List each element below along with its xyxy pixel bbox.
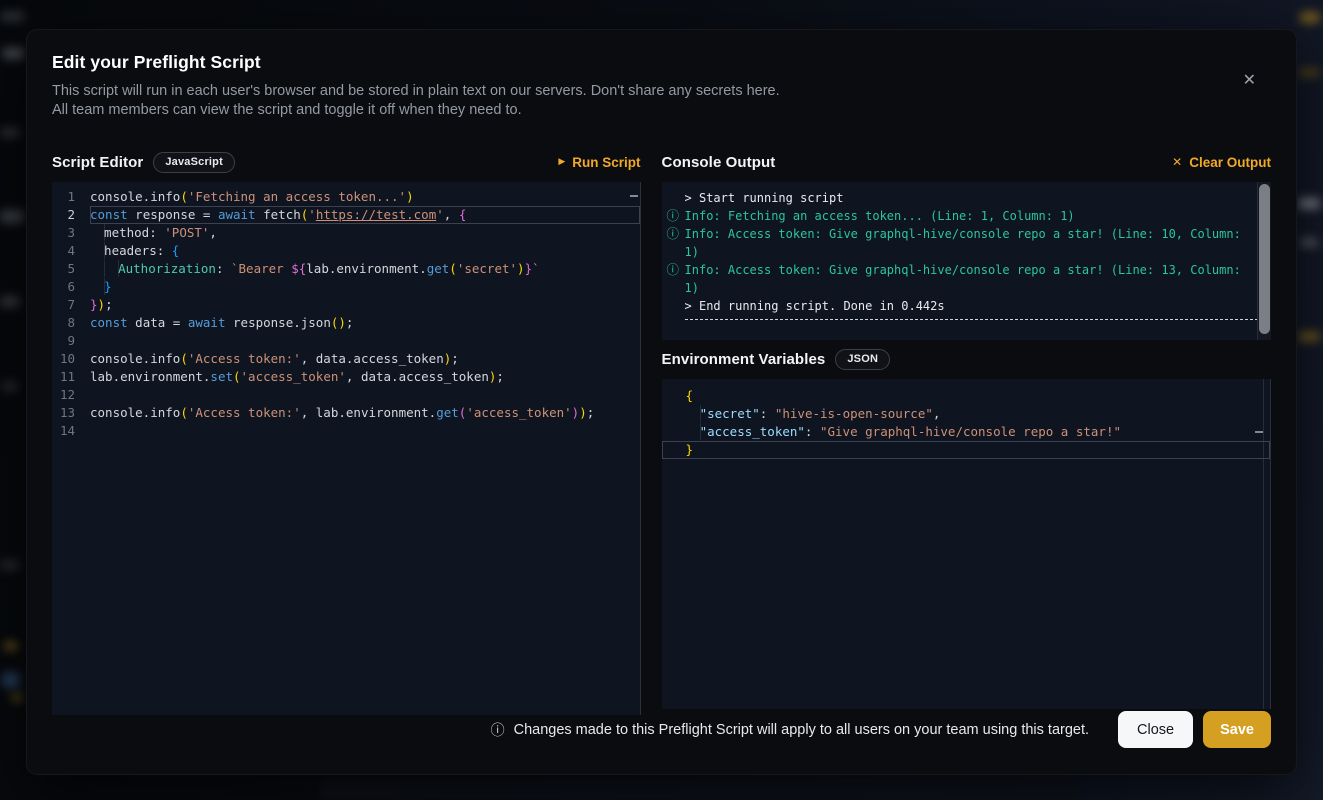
line-number: 1	[52, 188, 90, 206]
code-line: 2const response = await fetch('https://t…	[52, 206, 640, 224]
code-line: 8const data = await response.json();	[52, 314, 640, 332]
line-number: 4	[52, 242, 90, 260]
background-blur-blob	[0, 560, 20, 570]
language-badge: JavaScript	[153, 152, 235, 173]
console-line: ⓘInfo: Fetching an access token... (Line…	[662, 207, 1271, 225]
code-line: 1console.info('Fetching an access token.…	[52, 188, 640, 206]
play-icon: ▶	[558, 158, 565, 167]
clear-icon: ✕	[1172, 156, 1182, 168]
console-line: ⓘInfo: Access token: Give graphql-hive/c…	[662, 261, 1271, 297]
background-blur-blob	[2, 48, 24, 59]
line-number: 12	[52, 386, 90, 404]
background-blur-blob	[1298, 68, 1320, 77]
code-line: 11lab.environment.set('access_token', da…	[52, 368, 640, 386]
background-blur-blob	[0, 296, 20, 307]
script-editor-panel: Script Editor JavaScript ▶ Run Script 1c…	[52, 150, 641, 715]
run-script-button[interactable]: ▶ Run Script	[558, 155, 640, 170]
info-circle-icon: ⓘ	[667, 261, 680, 279]
code-line: {	[662, 387, 1270, 405]
code-line: }	[662, 441, 1270, 459]
background-blur-blob	[2, 672, 20, 688]
background-blur-blob	[1300, 238, 1318, 247]
background-blur-blob	[1298, 332, 1320, 341]
info-circle-icon: ⓘ	[667, 225, 680, 243]
background-blur-blob	[12, 694, 22, 701]
code-line: 3method: 'POST',	[52, 224, 640, 242]
modal-description-line2: All team members can view the script and…	[52, 101, 1271, 120]
output-panel: Console Output ✕ Clear Output > Start ru…	[662, 150, 1271, 715]
script-editor[interactable]: 1console.info('Fetching an access token.…	[52, 182, 641, 715]
code-line: 4headers: {	[52, 242, 640, 260]
clear-output-button[interactable]: ✕ Clear Output	[1172, 155, 1271, 170]
line-number: 13	[52, 404, 90, 422]
modal-description-line1: This script will run in each user's brow…	[52, 82, 1271, 101]
environment-variables-heading: Environment Variables	[662, 351, 826, 368]
close-icon[interactable]: ✕	[1243, 72, 1256, 88]
line-number: 5	[52, 260, 90, 278]
console-output[interactable]: > Start running scriptⓘInfo: Fetching an…	[662, 182, 1271, 340]
console-line: > End running script. Done in 0.442s	[662, 297, 1271, 315]
code-line: 10console.info('Access token:', data.acc…	[52, 350, 640, 368]
code-line: 14	[52, 422, 640, 440]
background-blur-blob	[0, 12, 24, 21]
line-number: 7	[52, 296, 90, 314]
line-number: 14	[52, 422, 90, 440]
console-line: ⓘInfo: Access token: Give graphql-hive/c…	[662, 225, 1271, 261]
background-blur-blob	[0, 210, 24, 223]
background-blur-blob	[4, 642, 18, 650]
code-line: "access_token": "Give graphql-hive/conso…	[662, 423, 1270, 441]
code-line: 13console.info('Access token:', lab.envi…	[52, 404, 640, 422]
line-number: 10	[52, 350, 90, 368]
line-number: 3	[52, 224, 90, 242]
line-number: 9	[52, 332, 90, 350]
clear-output-label: Clear Output	[1189, 155, 1271, 170]
line-number: 11	[52, 368, 90, 386]
background-blur-blob	[2, 382, 18, 391]
format-badge: JSON	[835, 349, 890, 370]
console-line: > Start running script	[662, 189, 1271, 207]
close-button[interactable]: Close	[1118, 711, 1193, 748]
line-number: 6	[52, 278, 90, 296]
code-line: 5Authorization: `Bearer ${lab.environmen…	[52, 260, 640, 278]
modal-footer: ⓘ Changes made to this Preflight Script …	[52, 711, 1271, 748]
save-button[interactable]: Save	[1203, 711, 1271, 748]
footer-note: Changes made to this Preflight Script wi…	[514, 722, 1089, 738]
code-line: 9	[52, 332, 640, 350]
info-circle-icon: ⓘ	[667, 207, 680, 225]
console-output-heading: Console Output	[662, 154, 776, 171]
code-line: 6}	[52, 278, 640, 296]
line-number: 8	[52, 314, 90, 332]
script-editor-heading: Script Editor	[52, 154, 143, 171]
background-blur-blob	[0, 128, 20, 137]
environment-variables-editor[interactable]: {"secret": "hive-is-open-source","access…	[662, 379, 1271, 709]
run-script-label: Run Script	[572, 155, 640, 170]
line-number: 2	[52, 206, 90, 224]
background-blur-blob	[1300, 12, 1320, 23]
background-blur-blob	[320, 778, 1080, 800]
info-icon: ⓘ	[491, 720, 505, 740]
console-separator	[685, 319, 1263, 320]
code-line: "secret": "hive-is-open-source",	[662, 405, 1270, 423]
preflight-script-modal: ✕ Edit your Preflight Script This script…	[27, 30, 1296, 774]
background-blur-blob	[1298, 198, 1320, 209]
code-line: 12	[52, 386, 640, 404]
modal-title: Edit your Preflight Script	[52, 52, 1271, 73]
code-line: 7});	[52, 296, 640, 314]
